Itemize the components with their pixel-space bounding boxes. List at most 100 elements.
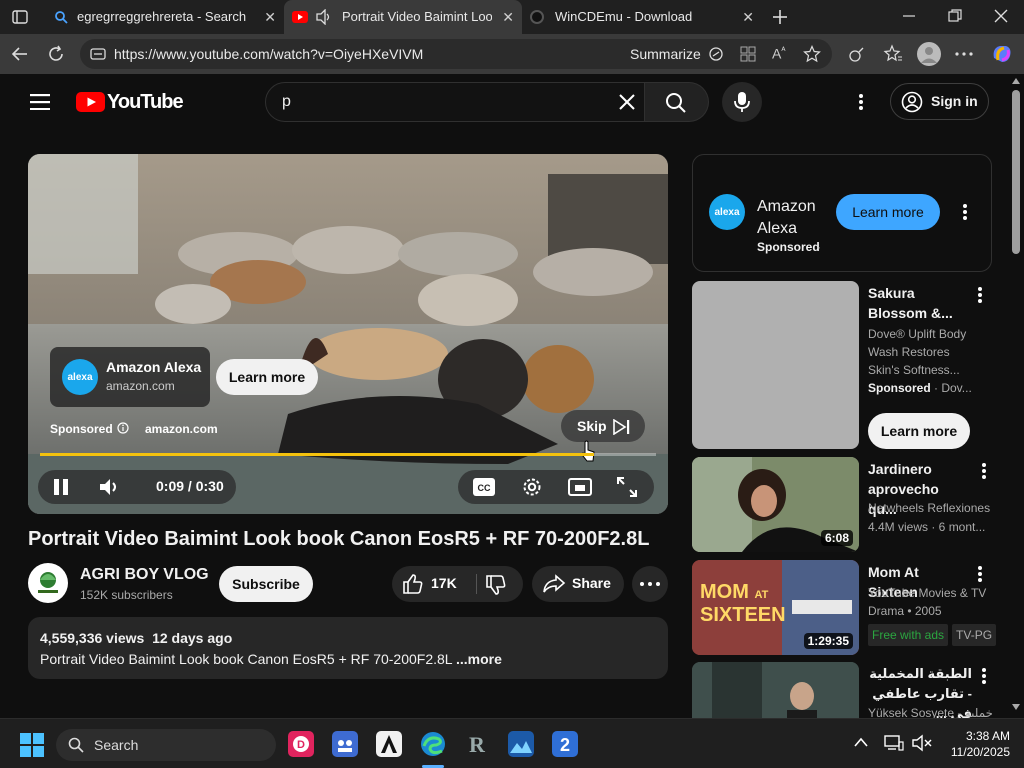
fullscreen-icon[interactable] xyxy=(616,476,638,498)
settings-more-icon[interactable] xyxy=(955,52,973,56)
video-player[interactable]: alexa Amazon Alexa amazon.com Learn more… xyxy=(28,154,668,514)
app-available-icon[interactable] xyxy=(740,46,756,62)
description-box[interactable]: 4,559,336 views 12 days ago Portrait Vid… xyxy=(28,617,668,679)
copilot-icon[interactable] xyxy=(990,42,1014,66)
video-thumbnail[interactable] xyxy=(692,662,859,718)
minimize-icon[interactable] xyxy=(902,9,916,23)
address-toolbar: https://www.youtube.com/watch?v=OiyeHXeV… xyxy=(0,34,1024,74)
list-item[interactable]: 6:08 Jardinero aprovecho qu... Netwheels… xyxy=(692,457,992,552)
refresh-icon[interactable] xyxy=(46,44,66,64)
page-scrollbar[interactable] xyxy=(1008,74,1024,718)
rec-sponsored: Sponsored xyxy=(868,381,931,395)
profile-avatar[interactable] xyxy=(917,42,941,66)
tab-youtube[interactable]: Portrait Video Baimint Look b ✕ xyxy=(284,0,522,34)
scrollbar-thumb[interactable] xyxy=(1012,90,1020,254)
app-number-icon[interactable]: 2 xyxy=(552,731,578,757)
app-pinned-icon[interactable]: D xyxy=(288,731,314,757)
channel-name[interactable]: AGRI BOY VLOG xyxy=(80,566,209,584)
list-item[interactable]: الطبقة المخملية - تقارب عاطفي في ... Yük… xyxy=(692,662,992,718)
description-snippet: Portrait Video Baimint Look book Canon E… xyxy=(40,651,453,667)
tab-wincdemu[interactable]: WinCDEmu - Download ✕ xyxy=(522,0,762,34)
restore-icon[interactable] xyxy=(948,9,962,23)
summarize-button[interactable]: Summarize xyxy=(630,46,701,62)
rider-app-icon[interactable]: R xyxy=(464,731,490,757)
ad-kebab-icon[interactable] xyxy=(963,204,967,220)
thumbnail-text-2: AT xyxy=(754,589,769,601)
rec-learn-more-button[interactable]: Learn more xyxy=(868,413,970,449)
volume-muted-icon[interactable] xyxy=(912,734,932,752)
rec-channel[interactable]: Netwheels Reflexiones xyxy=(868,499,990,517)
ad-overlay-card[interactable]: alexa Amazon Alexa amazon.com xyxy=(50,347,210,407)
video-thumbnail[interactable] xyxy=(692,281,859,449)
close-tab-icon[interactable]: ✕ xyxy=(264,9,276,26)
share-button[interactable]: Share xyxy=(532,566,624,602)
sidebar-learn-more-button[interactable]: Learn more xyxy=(836,194,940,230)
youtube-logo[interactable] xyxy=(76,92,105,112)
chevron-up-icon[interactable] xyxy=(854,737,868,747)
ad-info-icon[interactable] xyxy=(117,422,129,434)
search-button[interactable] xyxy=(645,82,709,122)
rec-channel[interactable]: Yüksek Sosyete - خمليه xyxy=(868,704,992,718)
scroll-up-icon[interactable] xyxy=(1012,78,1020,84)
url-text[interactable]: https://www.youtube.com/watch?v=OiyeHXeV… xyxy=(114,46,423,62)
pause-icon[interactable] xyxy=(52,478,70,496)
like-button[interactable]: 17K xyxy=(392,566,476,602)
close-tab-icon[interactable]: ✕ xyxy=(502,9,514,26)
adobe-app-icon[interactable] xyxy=(376,731,402,757)
video-thumbnail[interactable]: MOM AT SIXTEEN 1:29:35 xyxy=(692,560,859,655)
video-thumbnail[interactable]: 6:08 xyxy=(692,457,859,552)
volume-icon[interactable] xyxy=(98,477,122,497)
description-more-link[interactable]: ...more xyxy=(456,651,502,667)
voice-search-button[interactable] xyxy=(722,82,762,122)
clear-search-icon[interactable] xyxy=(618,93,636,111)
miniplayer-icon[interactable] xyxy=(568,477,592,497)
settings-gear-icon[interactable] xyxy=(521,476,543,498)
channel-avatar[interactable] xyxy=(28,563,68,603)
more-actions-button[interactable] xyxy=(632,566,668,602)
rec-stats: Drama • 2005 xyxy=(868,604,942,618)
favorite-star-icon[interactable] xyxy=(803,45,821,63)
image-viewer-icon[interactable] xyxy=(508,731,534,757)
favorites-icon[interactable] xyxy=(883,44,903,64)
progress-bar[interactable] xyxy=(40,453,656,456)
rec-channel[interactable]: YouTube Movies & TV xyxy=(868,584,986,602)
search-input[interactable]: p xyxy=(265,82,645,122)
rec-meta-line: Skin's Softness... xyxy=(868,363,960,377)
godot-engine-icon[interactable] xyxy=(332,731,358,757)
sidebar-ad-card[interactable]: alexa Amazon Alexa Sponsored · Learn more xyxy=(692,154,992,272)
skip-ad-button[interactable]: Skip xyxy=(561,410,645,442)
edge-browser-icon[interactable] xyxy=(420,731,446,757)
dislike-button[interactable] xyxy=(477,566,523,602)
new-tab-icon[interactable] xyxy=(771,8,789,26)
rec-kebab-icon[interactable] xyxy=(982,668,986,684)
captions-icon[interactable]: CC xyxy=(472,476,496,498)
windows-start-icon[interactable] xyxy=(20,733,44,757)
rec-kebab-icon[interactable] xyxy=(978,566,982,582)
audio-playing-icon[interactable] xyxy=(315,9,333,25)
extensions-icon[interactable] xyxy=(848,45,866,63)
tab-search[interactable]: egregrreggrehrereta - Search ✕ xyxy=(44,0,284,34)
site-info-icon[interactable] xyxy=(90,47,106,61)
copilot-summarize-icon[interactable] xyxy=(708,46,724,62)
rec-kebab-icon[interactable] xyxy=(982,463,986,479)
list-item[interactable]: Sakura Blossom &... Dove® Uplift Body Wa… xyxy=(692,281,992,449)
url-bar[interactable]: https://www.youtube.com/watch?v=OiyeHXeV… xyxy=(80,39,832,69)
rec-kebab-icon[interactable] xyxy=(978,287,982,303)
subscribe-button[interactable]: Subscribe xyxy=(219,566,313,602)
back-icon[interactable] xyxy=(10,44,30,64)
settings-kebab-icon[interactable] xyxy=(859,94,863,110)
scroll-down-icon[interactable] xyxy=(1012,704,1020,710)
tab-actions-icon[interactable] xyxy=(12,9,28,25)
network-display-icon[interactable] xyxy=(884,734,904,752)
close-window-icon[interactable] xyxy=(994,9,1008,23)
list-item[interactable]: MOM AT SIXTEEN 1:29:35 Mom At Sixteen You… xyxy=(692,560,997,655)
taskbar-search[interactable]: Search xyxy=(56,729,276,761)
close-tab-icon[interactable]: ✕ xyxy=(742,9,754,26)
rec-title[interactable]: Sakura Blossom &... xyxy=(868,283,966,323)
menu-hamburger-icon[interactable] xyxy=(30,94,50,110)
ad-learn-more-button[interactable]: Learn more xyxy=(216,359,318,395)
read-aloud-icon[interactable]: Aᴬ xyxy=(772,45,785,62)
time-total: 0:30 xyxy=(195,478,224,494)
sign-in-button[interactable]: Sign in xyxy=(890,83,989,120)
taskbar-clock[interactable]: 3:38 AM 11/20/2025 xyxy=(930,728,1010,760)
